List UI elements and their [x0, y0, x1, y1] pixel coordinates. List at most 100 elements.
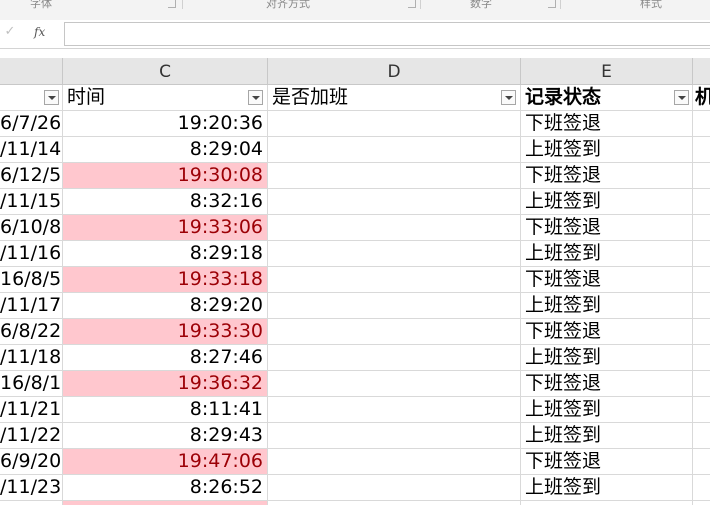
- overtime-cell[interactable]: [268, 111, 521, 136]
- time-cell[interactable]: [63, 501, 268, 505]
- cell-f[interactable]: [693, 449, 710, 474]
- status-cell[interactable]: 下班签退: [521, 111, 693, 136]
- date-cell[interactable]: /11/14: [0, 137, 63, 162]
- date-cell[interactable]: /11/17: [0, 293, 63, 318]
- time-cell[interactable]: 8:32:16: [63, 189, 268, 214]
- status-cell[interactable]: 上班签到: [521, 241, 693, 266]
- time-cell[interactable]: 8:11:41: [63, 397, 268, 422]
- filter-dropdown-button[interactable]: [501, 90, 516, 105]
- overtime-cell[interactable]: [268, 423, 521, 448]
- header-cell-status[interactable]: 记录状态: [521, 85, 693, 110]
- status-cell[interactable]: 下班签退: [521, 449, 693, 474]
- cell-f[interactable]: [693, 137, 710, 162]
- status-cell[interactable]: 上班签到: [521, 137, 693, 162]
- time-cell[interactable]: 8:26:52: [63, 475, 268, 500]
- overtime-cell[interactable]: [268, 475, 521, 500]
- column-header-f[interactable]: [693, 58, 710, 84]
- status-cell[interactable]: 上班签到: [521, 293, 693, 318]
- time-cell[interactable]: 19:20:36: [63, 111, 268, 136]
- header-cell-f[interactable]: 机: [693, 85, 710, 110]
- overtime-cell[interactable]: [268, 215, 521, 240]
- overtime-cell[interactable]: [268, 501, 521, 505]
- status-cell[interactable]: 下班签退: [521, 371, 693, 396]
- column-header-d[interactable]: D: [268, 58, 521, 84]
- date-cell[interactable]: 6/9/20: [0, 449, 63, 474]
- time-cell[interactable]: 19:33:30: [63, 319, 268, 344]
- cell-f[interactable]: [693, 475, 710, 500]
- overtime-cell[interactable]: [268, 293, 521, 318]
- cell-f[interactable]: [693, 501, 710, 505]
- date-cell[interactable]: 6/10/8: [0, 215, 63, 240]
- cell-f[interactable]: [693, 215, 710, 240]
- status-cell[interactable]: 下班签退: [521, 319, 693, 344]
- cell-f[interactable]: [693, 319, 710, 344]
- font-dialog-launcher-icon[interactable]: [168, 0, 176, 8]
- time-cell[interactable]: 8:29:18: [63, 241, 268, 266]
- formula-input[interactable]: [64, 22, 710, 46]
- cell-f[interactable]: [693, 241, 710, 266]
- column-header-b[interactable]: [0, 58, 63, 84]
- overtime-cell[interactable]: [268, 267, 521, 292]
- cell-f[interactable]: [693, 111, 710, 136]
- date-cell[interactable]: 16/8/5: [0, 267, 63, 292]
- status-cell[interactable]: 上班签到: [521, 345, 693, 370]
- date-cell[interactable]: /11/16: [0, 241, 63, 266]
- date-cell[interactable]: 6/8/22: [0, 319, 63, 344]
- time-cell[interactable]: 19:33:06: [63, 215, 268, 240]
- insert-function-icon[interactable]: fx: [34, 23, 52, 41]
- time-cell[interactable]: 8:27:46: [63, 345, 268, 370]
- time-cell[interactable]: 8:29:04: [63, 137, 268, 162]
- cell-f[interactable]: [693, 267, 710, 292]
- time-cell[interactable]: 19:36:32: [63, 371, 268, 396]
- header-cell-overtime[interactable]: 是否加班: [268, 85, 521, 110]
- time-cell[interactable]: 8:29:20: [63, 293, 268, 318]
- status-cell[interactable]: 上班签到: [521, 423, 693, 448]
- header-cell-time[interactable]: 时间: [63, 85, 268, 110]
- time-cell[interactable]: 8:29:43: [63, 423, 268, 448]
- filter-dropdown-button[interactable]: [44, 90, 59, 105]
- date-cell[interactable]: [0, 501, 63, 505]
- date-cell[interactable]: /11/21: [0, 397, 63, 422]
- cell-f[interactable]: [693, 163, 710, 188]
- date-cell[interactable]: /11/22: [0, 423, 63, 448]
- status-cell[interactable]: 上班签到: [521, 475, 693, 500]
- cell-f[interactable]: [693, 345, 710, 370]
- column-header-e[interactable]: E: [521, 58, 693, 84]
- overtime-cell[interactable]: [268, 163, 521, 188]
- enter-check-icon[interactable]: ✓: [2, 24, 18, 40]
- status-cell[interactable]: 上班签到: [521, 397, 693, 422]
- date-cell[interactable]: 16/8/1: [0, 371, 63, 396]
- overtime-cell[interactable]: [268, 241, 521, 266]
- date-cell[interactable]: /11/23: [0, 475, 63, 500]
- cell-f[interactable]: [693, 397, 710, 422]
- cell-f[interactable]: [693, 423, 710, 448]
- status-cell[interactable]: 下班签退: [521, 267, 693, 292]
- header-cell-b[interactable]: [0, 85, 63, 110]
- status-cell[interactable]: 下班签退: [521, 163, 693, 188]
- overtime-cell[interactable]: [268, 397, 521, 422]
- date-cell[interactable]: /11/18: [0, 345, 63, 370]
- filter-dropdown-button[interactable]: [248, 90, 263, 105]
- alignment-dialog-launcher-icon[interactable]: [408, 0, 416, 8]
- overtime-cell[interactable]: [268, 137, 521, 162]
- date-cell[interactable]: /11/15: [0, 189, 63, 214]
- overtime-cell[interactable]: [268, 319, 521, 344]
- overtime-cell[interactable]: [268, 371, 521, 396]
- time-cell[interactable]: 19:47:06: [63, 449, 268, 474]
- cell-f[interactable]: [693, 189, 710, 214]
- cell-f[interactable]: [693, 293, 710, 318]
- time-cell[interactable]: 19:33:18: [63, 267, 268, 292]
- date-cell[interactable]: 6/7/26: [0, 111, 63, 136]
- status-cell[interactable]: 下班签退: [521, 215, 693, 240]
- time-cell[interactable]: 19:30:08: [63, 163, 268, 188]
- overtime-cell[interactable]: [268, 345, 521, 370]
- overtime-cell[interactable]: [268, 449, 521, 474]
- filter-dropdown-button[interactable]: [674, 90, 689, 105]
- column-header-c[interactable]: C: [63, 58, 268, 84]
- status-cell[interactable]: [521, 501, 693, 505]
- cell-f[interactable]: [693, 371, 710, 396]
- status-cell[interactable]: 上班签到: [521, 189, 693, 214]
- overtime-cell[interactable]: [268, 189, 521, 214]
- date-cell[interactable]: 6/12/5: [0, 163, 63, 188]
- number-dialog-launcher-icon[interactable]: [548, 0, 556, 8]
